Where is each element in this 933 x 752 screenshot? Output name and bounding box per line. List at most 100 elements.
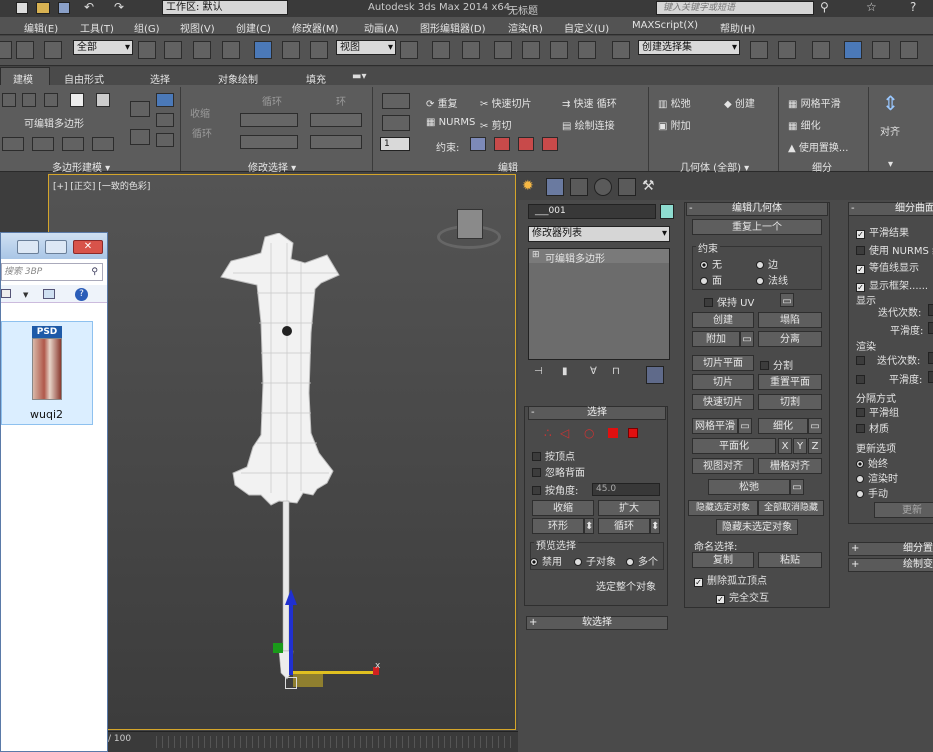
- view-dropdown-icon[interactable]: ▼: [23, 291, 28, 299]
- meshsmooth-button[interactable]: 网格平滑: [692, 418, 738, 434]
- display-smoothness-spinner[interactable]: [928, 322, 933, 334]
- vertex-icon[interactable]: [2, 93, 16, 107]
- menu-graph-editors[interactable]: 图形编辑器(D): [420, 20, 486, 35]
- menu-rendering[interactable]: 渲染(R): [508, 20, 543, 35]
- unlink-icon[interactable]: [16, 41, 34, 59]
- modifier-list-dropdown[interactable]: 修改器列表 ▾: [528, 226, 670, 242]
- modify-mode-icon[interactable]: [130, 101, 150, 117]
- remove-modifier-icon[interactable]: ⊓: [612, 366, 630, 384]
- cut-button[interactable]: ✂ 剪切: [480, 117, 512, 132]
- delete-isolated-checkbox[interactable]: ✓ 删除孤立顶点: [694, 572, 767, 587]
- update-manual-radio[interactable]: 手动: [856, 485, 888, 500]
- grow-ring-button[interactable]: [310, 113, 362, 127]
- by-angle-checkbox[interactable]: 按角度:: [532, 482, 578, 497]
- select-object-icon[interactable]: [138, 41, 156, 59]
- loop-grow-label[interactable]: 循环: [262, 93, 282, 108]
- viewport-label[interactable]: [+] [正交] [一致的色彩]: [53, 179, 150, 192]
- pin-stack-icon[interactable]: ⊣: [534, 366, 552, 384]
- gizmo-plane[interactable]: [293, 673, 323, 687]
- slice-plane-button[interactable]: 切片平面: [692, 355, 754, 371]
- element-mode-icon[interactable]: [628, 428, 638, 438]
- constraint-edge-radio[interactable]: 边: [756, 256, 778, 271]
- loop-spinner[interactable]: ⬍: [650, 518, 660, 534]
- minimize-button[interactable]: [17, 240, 39, 254]
- align-label[interactable]: 对齐: [880, 123, 900, 138]
- align-icon-large[interactable]: ⇕: [882, 91, 902, 117]
- edge-icon[interactable]: [22, 93, 36, 107]
- show-end-result-icon[interactable]: ▮: [562, 366, 580, 384]
- paint-connect-button[interactable]: ▤ 绘制连接: [562, 117, 615, 132]
- reference-coord-dropdown[interactable]: 视图 ▾: [336, 40, 396, 55]
- render-iterations-spinner[interactable]: [928, 352, 933, 364]
- constraint-none-radio[interactable]: 无: [700, 256, 722, 271]
- menu-edit[interactable]: 编辑(E): [24, 20, 58, 35]
- grid-align-button[interactable]: 栅格对齐: [758, 458, 822, 474]
- repeat-last-button[interactable]: 重复上一个: [692, 219, 822, 235]
- create-tab-icon[interactable]: ✹: [522, 178, 540, 196]
- tessellate-button[interactable]: ▦ 细化: [788, 117, 821, 132]
- reset-plane-button[interactable]: 重置平面: [758, 374, 822, 390]
- meshsmooth-button[interactable]: ▦ 网格平滑: [788, 95, 841, 110]
- view-align-button[interactable]: 视图对齐: [692, 458, 754, 474]
- planarize-button[interactable]: 平面化: [692, 438, 776, 454]
- maximize-button[interactable]: [45, 240, 67, 254]
- attach-button[interactable]: 附加: [692, 331, 740, 347]
- smoothing-groups-checkbox[interactable]: 平滑组: [856, 404, 899, 419]
- menu-views[interactable]: 视图(V): [180, 20, 215, 35]
- relax-button[interactable]: 松弛: [708, 479, 790, 495]
- preserve-uv-checkbox[interactable]: 保持 UV: [704, 294, 754, 309]
- file-item[interactable]: PSD wuqi2: [1, 321, 93, 425]
- viewport[interactable]: [+] [正交] [一致的色彩] x: [48, 174, 516, 730]
- constraint-edge-icon[interactable]: [494, 137, 510, 151]
- search-input[interactable]: 键入关键字或短语: [656, 1, 814, 15]
- grow-button[interactable]: 扩大: [598, 500, 660, 516]
- menu-group[interactable]: 组(G): [134, 20, 160, 35]
- constraint-normal-radio[interactable]: 法线: [756, 272, 788, 287]
- relax-button[interactable]: ▥ 松弛: [658, 95, 691, 110]
- ribbon-overflow[interactable]: ▾: [888, 159, 893, 170]
- polygon-mode-icon[interactable]: [608, 428, 618, 438]
- star-icon[interactable]: ☆: [866, 0, 877, 14]
- pivot-icon[interactable]: [400, 41, 418, 59]
- update-always-radio[interactable]: 始终: [856, 455, 888, 470]
- new-icon[interactable]: [16, 2, 28, 14]
- attach-list-button[interactable]: ▭: [740, 331, 754, 347]
- menu-animation[interactable]: 动画(A): [364, 20, 399, 35]
- named-selection-dropdown[interactable]: 创建选择集 ▾: [638, 40, 740, 55]
- smooth-result-checkbox[interactable]: ✓ 平滑结果: [856, 224, 909, 239]
- meshsmooth-settings[interactable]: ▭: [738, 418, 752, 434]
- bind-spacewarp-icon[interactable]: [44, 41, 62, 59]
- create-button[interactable]: ◆ 创建: [724, 95, 755, 110]
- shrink-ring-button[interactable]: [310, 135, 362, 149]
- preview-disable-radio[interactable]: 禁用: [530, 553, 562, 568]
- shrink-button[interactable]: 收缩: [532, 500, 594, 516]
- preserve-uv-icon[interactable]: [2, 137, 24, 151]
- tab-object-paint[interactable]: 对象绘制: [218, 71, 258, 86]
- open-icon[interactable]: [36, 2, 50, 14]
- binoculars-icon[interactable]: ⚲: [820, 0, 829, 14]
- percent-snap-icon[interactable]: [550, 41, 568, 59]
- cut-button[interactable]: 切割: [758, 394, 822, 410]
- align-icon[interactable]: [778, 41, 796, 59]
- constraint-spinner[interactable]: 1: [380, 137, 410, 151]
- subdivision-header[interactable]: - 细分曲面: [848, 202, 933, 216]
- gizmo-z-axis[interactable]: [289, 595, 293, 675]
- ignore-backfacing-checkbox[interactable]: 忽略背面: [532, 464, 585, 479]
- schematic-view-icon[interactable]: [900, 41, 918, 59]
- ribbon-options-icon[interactable]: ▬▾: [352, 71, 374, 82]
- soft-selection-rollout-header[interactable]: + 软选择: [526, 616, 668, 630]
- select-scale-icon[interactable]: [310, 41, 328, 59]
- swiftloop-button[interactable]: ⇉ 快速 循环: [562, 95, 617, 110]
- shrink-label[interactable]: 收缩: [190, 105, 210, 120]
- loop-button[interactable]: 循环: [598, 518, 650, 534]
- graphite-toggle-icon[interactable]: [844, 41, 862, 59]
- close-button[interactable]: ✕: [73, 240, 103, 254]
- border-mode-icon[interactable]: ○: [584, 426, 594, 440]
- hide-unselected-button[interactable]: 隐藏未选定对象: [716, 519, 798, 535]
- layer-manager-icon[interactable]: [812, 41, 830, 59]
- show-result-icon[interactable]: [62, 137, 84, 151]
- copy-button[interactable]: 复制: [692, 552, 754, 568]
- modify-tab-icon[interactable]: [546, 178, 564, 196]
- repeat-button[interactable]: ⟳ 重复: [426, 95, 458, 110]
- menu-customize[interactable]: 自定义(U): [564, 20, 609, 35]
